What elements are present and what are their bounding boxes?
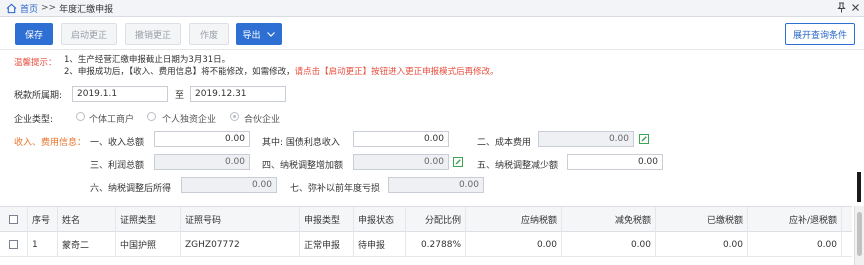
adj-increase-label: 四、纳税调整增加额 xyxy=(262,161,344,171)
table-row[interactable]: 1 蒙奇二 中国护照 ZGHZ07772 正常申报 待申报 0.2788% 0.… xyxy=(0,232,852,257)
breadcrumb-separator: >> xyxy=(41,3,57,13)
header-id-type: 证照类型 xyxy=(116,207,181,232)
radio-individual-business[interactable] xyxy=(76,112,85,121)
loss-label: 七、弥补以前年度亏损 xyxy=(290,184,381,194)
cost-input: 0.00 xyxy=(538,131,634,147)
edit-cost-icon[interactable] xyxy=(639,134,649,144)
cancel-correction-button[interactable]: 撤销更正 xyxy=(125,23,181,45)
radio-sole-proprietorship[interactable] xyxy=(147,112,156,121)
option-individual-business: 个体工商户 xyxy=(89,115,135,125)
edit-adj-increase-icon[interactable] xyxy=(453,157,463,167)
bond-interest-label: 其中: 国债利息收入 xyxy=(262,138,340,148)
notice-line-2-text: 2、申报成功后，【收入、费用信息】将不能修改，如需修改， xyxy=(64,67,295,77)
enterprise-type-label: 企业类型: xyxy=(14,115,54,125)
chevron-down-icon xyxy=(266,32,275,37)
distribution-table: 序号 姓名 证照类型 证照号码 申报类型 申报状态 分配比例 应纳税额 减免税额… xyxy=(0,206,852,257)
header-ratio: 分配比例 xyxy=(406,207,466,232)
save-button[interactable]: 保存 xyxy=(15,23,53,45)
cell-tax-paid: 0.00 xyxy=(656,232,748,257)
breadcrumb-bar: 首页 >> 年度汇缴申报 xyxy=(0,0,864,17)
adj-decrease-label: 五、纳税调整减少额 xyxy=(477,161,559,171)
profit-label: 三、利润总额 xyxy=(90,161,145,171)
cell-id-number: ZGHZ07772 xyxy=(181,232,300,257)
loss-input: 0.00 xyxy=(388,177,484,193)
cell-ratio: 0.2788% xyxy=(406,232,466,257)
scrollbar-thumb[interactable] xyxy=(857,212,862,256)
header-name: 姓名 xyxy=(58,207,116,232)
row-select[interactable] xyxy=(0,232,28,257)
total-income-input[interactable]: 0.00 xyxy=(154,131,250,147)
header-tax-reduction: 减免税额 xyxy=(562,207,656,232)
adj-income-label: 六、纳税调整后所得 xyxy=(90,184,172,194)
cost-label: 二、成本费用 xyxy=(477,138,532,148)
adj-decrease-input[interactable]: 0.00 xyxy=(567,154,663,170)
start-correction-button[interactable]: 启动更正 xyxy=(61,23,117,45)
export-button[interactable]: 导出 xyxy=(236,23,282,45)
radio-partnership[interactable] xyxy=(230,112,239,121)
scroll-marker xyxy=(857,172,861,202)
header-tax-paid: 已缴税额 xyxy=(656,207,748,232)
period-end-input[interactable]: 2019.12.31 xyxy=(190,86,286,102)
header-filing-type: 申报类型 xyxy=(300,207,354,232)
profit-input: 0.00 xyxy=(154,154,250,170)
void-button[interactable]: 作废 xyxy=(189,23,229,45)
close-icon[interactable] xyxy=(851,2,860,13)
pin-icon[interactable] xyxy=(837,2,846,13)
cell-tax-reduction: 0.00 xyxy=(562,232,656,257)
period-start-input[interactable]: 2019.1.1 xyxy=(72,86,168,102)
adj-increase-input: 0.00 xyxy=(353,154,449,170)
period-label: 税款所属期: xyxy=(14,91,63,101)
toolbar: 保存 启动更正 撤销更正 作废 导出 展开查询条件 xyxy=(0,18,864,50)
option-sole-proprietorship: 个人独资企业 xyxy=(162,115,217,125)
export-label: 导出 xyxy=(242,30,261,41)
window-controls xyxy=(837,2,860,13)
home-icon[interactable] xyxy=(6,3,17,14)
header-filing-status: 申报状态 xyxy=(354,207,406,232)
breadcrumb-home[interactable]: 首页 xyxy=(20,2,38,15)
breadcrumb-current: 年度汇缴申报 xyxy=(59,4,114,15)
cell-id-type: 中国护照 xyxy=(116,232,181,257)
cell-filing-status: 待申报 xyxy=(354,232,406,257)
cell-seq: 1 xyxy=(28,232,58,257)
cell-filing-type: 正常申报 xyxy=(300,232,354,257)
notice-title: 温馨提示： xyxy=(14,58,57,68)
select-all-checkbox[interactable] xyxy=(9,215,18,224)
adj-income-input: 0.00 xyxy=(181,177,277,193)
header-id-number: 证照号码 xyxy=(181,207,300,232)
notice-line-1: 1、生产经营汇缴申报截止日期为3月31日。 xyxy=(64,55,231,65)
notice-line-2-warning: 请点击【启动更正】按钮进入更正申报模式后再修改。 xyxy=(294,67,499,77)
cell-tax-payable: 0.00 xyxy=(466,232,562,257)
header-seq: 序号 xyxy=(28,207,58,232)
cell-tax-due-refund: 0.00 xyxy=(748,232,842,257)
header-select-all[interactable] xyxy=(0,207,28,232)
row-checkbox[interactable] xyxy=(9,240,18,249)
period-to-label: 至 xyxy=(175,91,185,101)
header-tax-due-refund: 应补/退税额 xyxy=(748,207,842,232)
expand-query-button[interactable]: 展开查询条件 xyxy=(785,23,855,45)
bond-interest-input[interactable]: 0.00 xyxy=(353,131,449,147)
table-scrollbar[interactable] xyxy=(854,206,864,265)
header-tax-payable: 应纳税额 xyxy=(466,207,562,232)
notice-line-2: 2、申报成功后，【收入、费用信息】将不能修改，如需修改，请点击【启动更正】按钮进… xyxy=(64,66,499,78)
option-partnership: 合伙企业 xyxy=(244,115,281,125)
total-income-label: 一、收入总额 xyxy=(90,138,145,148)
table-header: 序号 姓名 证照类型 证照号码 申报类型 申报状态 分配比例 应纳税额 减免税额… xyxy=(0,207,852,232)
cell-name: 蒙奇二 xyxy=(58,232,116,257)
income-info-section-label: 收入、费用信息： xyxy=(14,138,87,148)
